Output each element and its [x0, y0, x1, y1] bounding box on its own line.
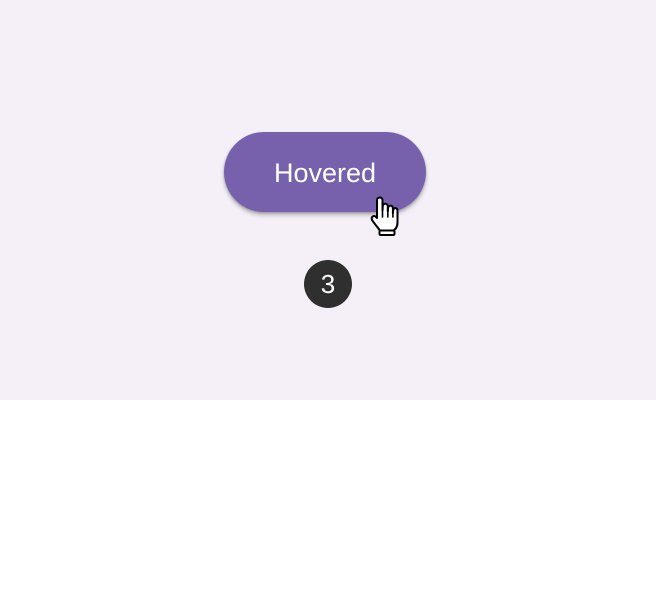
- hovered-button[interactable]: Hovered: [224, 132, 426, 212]
- counter-badge: 3: [304, 260, 352, 308]
- demo-stage: Hovered 3: [0, 0, 656, 400]
